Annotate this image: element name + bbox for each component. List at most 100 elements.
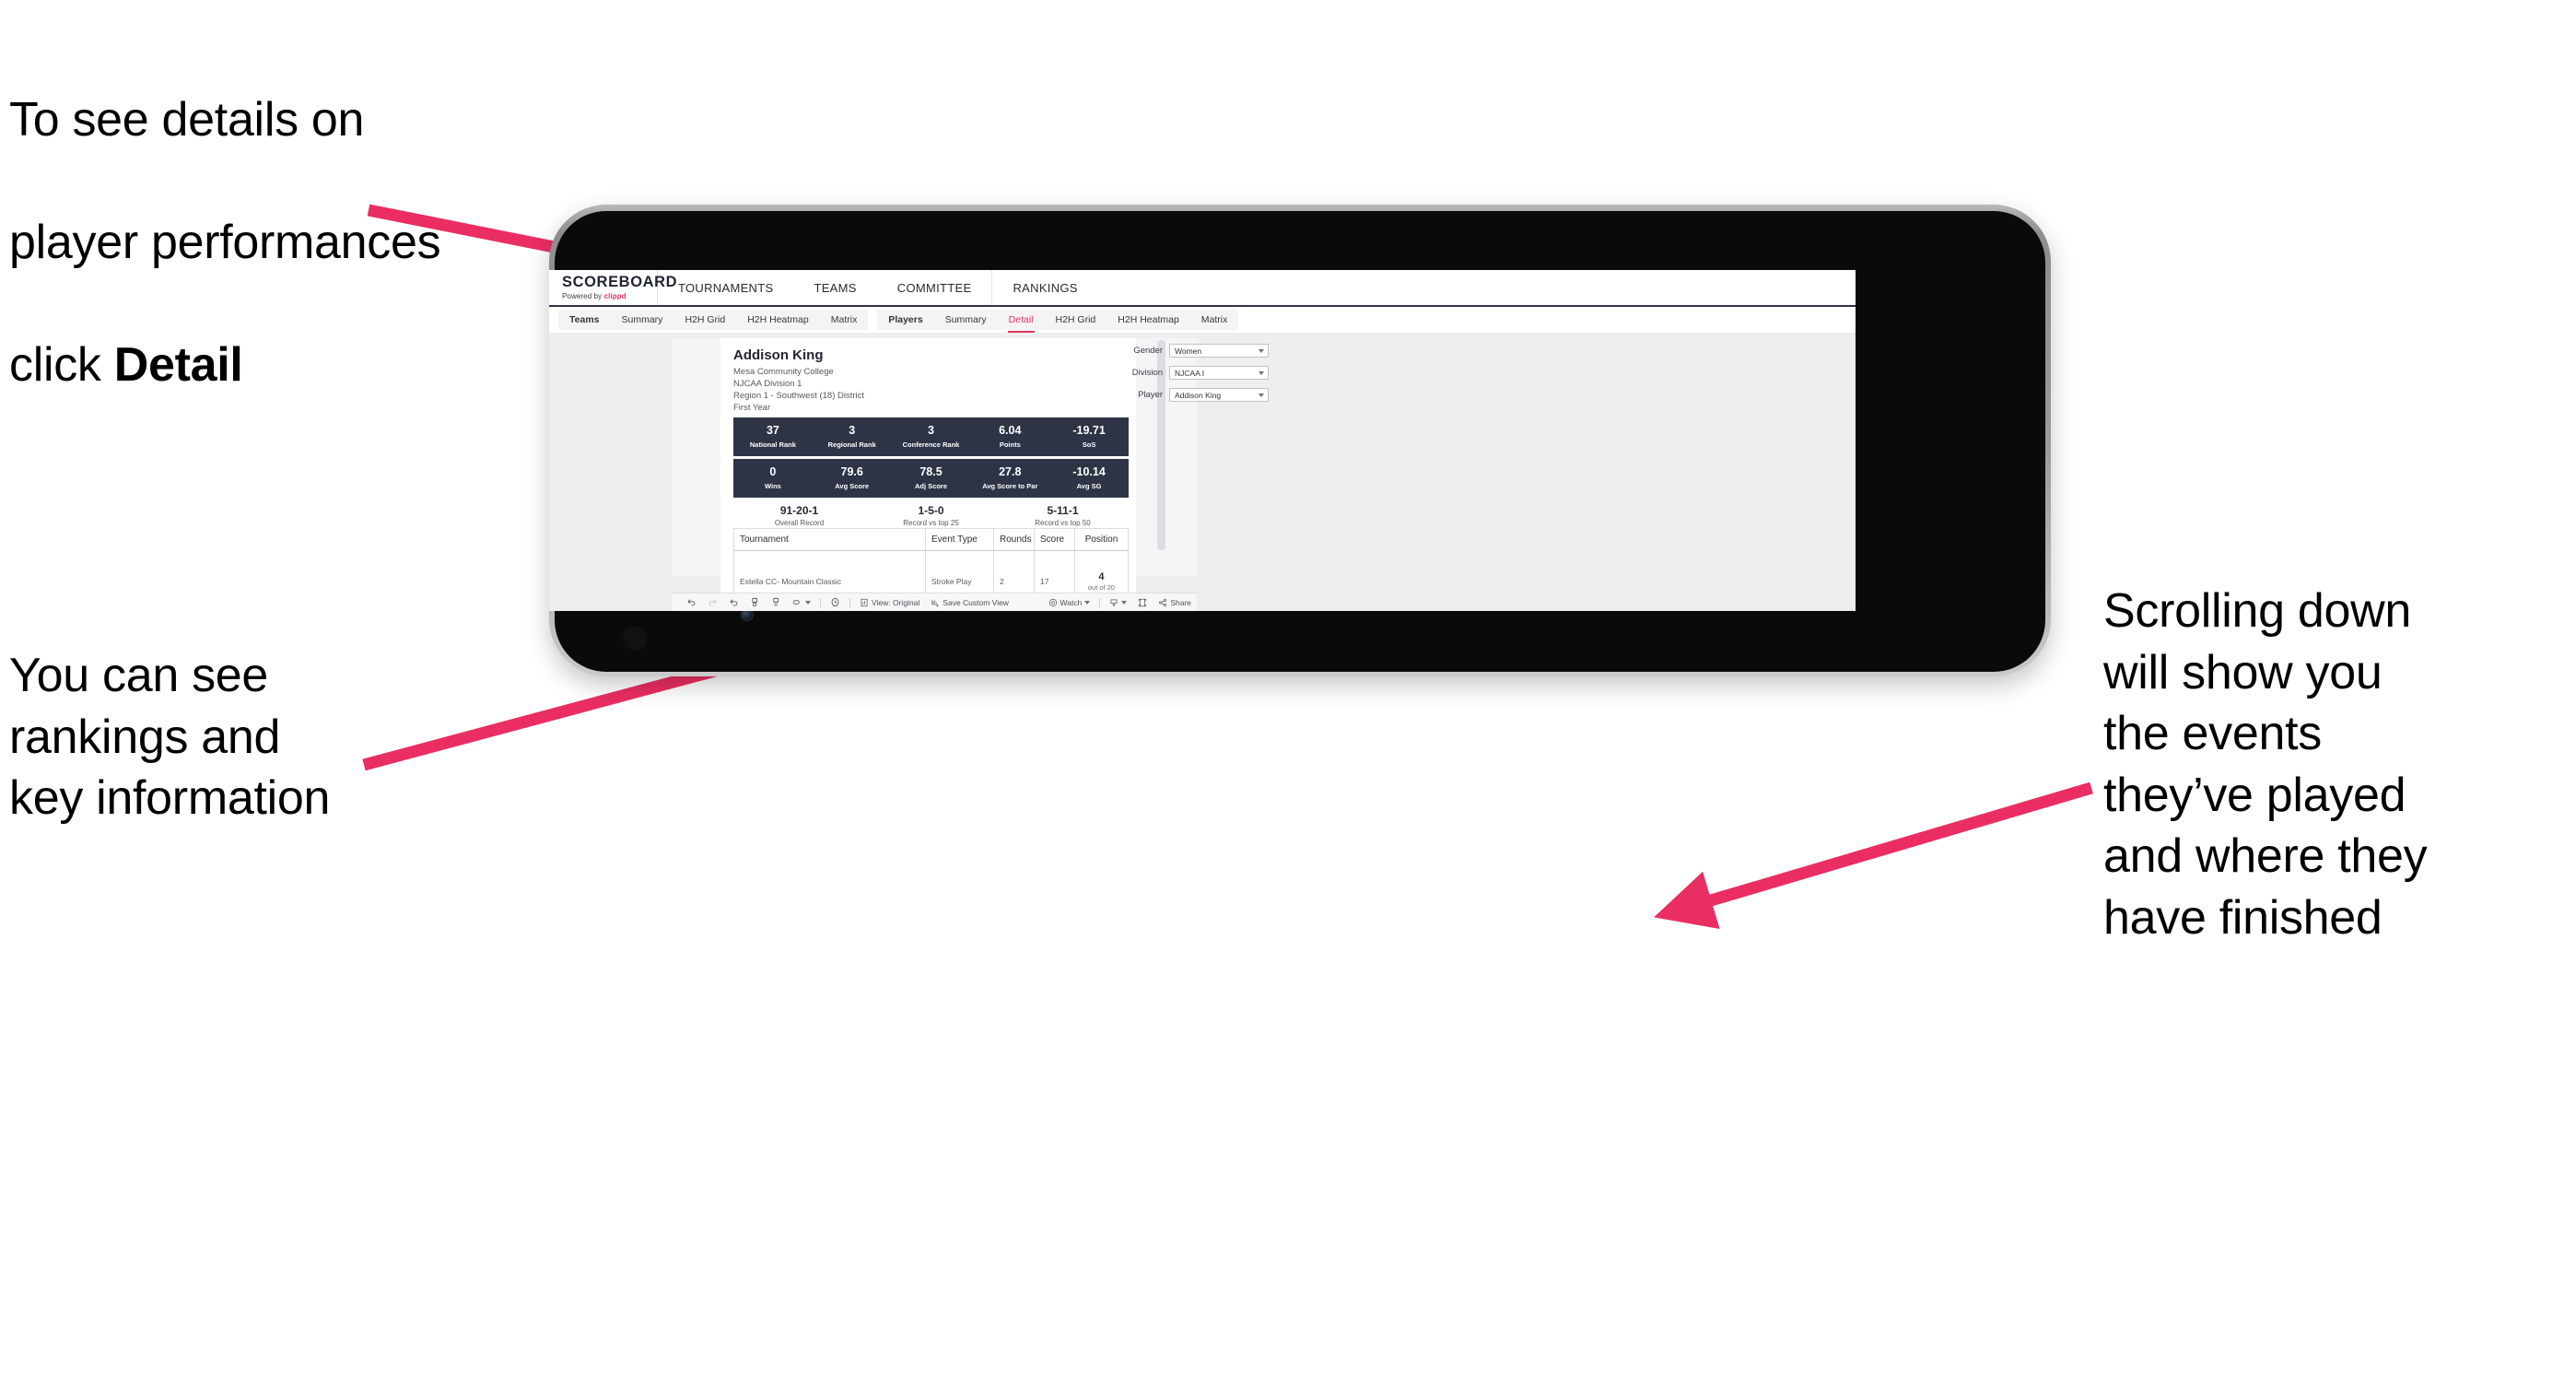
stat-adj-score-value: 78.5 — [919, 465, 943, 479]
stat-points-value: 6.04 — [999, 424, 1022, 438]
history-icon[interactable] — [825, 593, 846, 611]
column-header-tournament[interactable]: Tournament — [734, 529, 926, 550]
filter-division-select[interactable]: NJCAA I — [1169, 366, 1269, 380]
stat-avg-score-to-par: 27.8 Avg Score to Par — [970, 465, 1049, 490]
record-overall-label: Overall Record — [774, 519, 825, 527]
undo-icon[interactable] — [681, 593, 702, 611]
stat-points-label: Points — [999, 440, 1021, 449]
stat-avg-sg-value: -10.14 — [1072, 465, 1106, 479]
annotation-mid-left: You can see rankings and key information — [9, 649, 331, 826]
stat-national-rank: 37 National Rank — [733, 424, 813, 449]
subnav-group-teams: Teams Summary H2H Grid H2H Heatmap Matri… — [558, 310, 869, 330]
watch-button[interactable]: Watch — [1043, 593, 1096, 611]
filter-division-value: NJCAA I — [1175, 368, 1205, 378]
revert-icon[interactable] — [723, 593, 744, 611]
stat-adj-score-label: Adj Score — [914, 481, 947, 490]
subnav-teams-h2h-heatmap[interactable]: H2H Heatmap — [736, 310, 820, 330]
stat-avg-score: 79.6 Avg Score — [813, 465, 892, 490]
brand-name: SCOREBOARD — [562, 273, 678, 290]
player-region: Region 1 - Southwest (18) District — [733, 391, 865, 401]
brand-logo[interactable]: SCOREBOARD Powered by clippd — [549, 270, 678, 305]
nav-tournaments[interactable]: TOURNAMENTS — [658, 270, 793, 305]
view-original-button[interactable]: View: Original — [854, 593, 925, 611]
player-school: Mesa Community College — [733, 367, 834, 377]
filter-player-select[interactable]: Addison King — [1169, 388, 1269, 402]
brand-powered-by: Powered by clippd — [562, 292, 657, 300]
stat-regional-rank: 3 Regional Rank — [813, 424, 892, 449]
cell-position-label: out of 20 — [1087, 583, 1116, 592]
powered-prefix: Powered by — [562, 292, 604, 301]
column-header-event-type[interactable]: Event Type — [926, 529, 994, 550]
device-preview-icon[interactable] — [1132, 593, 1153, 611]
nav-teams[interactable]: TEAMS — [793, 270, 876, 305]
column-header-rounds[interactable]: Rounds — [994, 529, 1035, 550]
column-header-score[interactable]: Score — [1035, 529, 1075, 550]
app-top-bar: SCOREBOARD Powered by clippd TOURNAMENTS… — [549, 270, 1856, 307]
record-vs-top-25-value: 1-5-0 — [918, 504, 944, 517]
share-button[interactable]: Share — [1153, 593, 1197, 611]
app-sub-navigation: Teams Summary H2H Grid H2H Heatmap Matri… — [549, 307, 1856, 333]
filter-player: Player Addison King — [1089, 388, 1269, 402]
subnav-players-matrix[interactable]: Matrix — [1190, 310, 1239, 330]
annotation-top-left: To see details on player performances cl… — [9, 28, 617, 457]
filter-player-label: Player — [1138, 390, 1163, 400]
subnav-players-summary[interactable]: Summary — [934, 310, 998, 330]
record-vs-top-25-label: Record vs top 25 — [903, 519, 959, 527]
filter-division-label: Division — [1131, 368, 1163, 378]
nav-rankings[interactable]: RANKINGS — [991, 270, 1097, 305]
save-custom-view-label: Save Custom View — [943, 597, 1009, 607]
top-navigation: TOURNAMENTS TEAMS COMMITTEE RANKINGS — [658, 270, 1098, 305]
subnav-teams-h2h-grid[interactable]: H2H Grid — [673, 310, 736, 330]
subnav-players-h2h-grid[interactable]: H2H Grid — [1045, 310, 1107, 330]
nav-committee[interactable]: COMMITTEE — [877, 270, 992, 305]
stat-sos-value: -19.71 — [1072, 424, 1106, 438]
pause-auto-update-icon[interactable] — [787, 593, 816, 611]
toolbar-divider — [820, 597, 821, 607]
record-vs-top-50: 5-11-1 Record vs top 50 — [997, 504, 1129, 527]
download-icon[interactable] — [1104, 593, 1132, 611]
filter-gender-value: Women — [1175, 346, 1202, 356]
stat-avg-score-label: Avg Score — [835, 481, 870, 490]
chevron-down-icon — [1259, 348, 1264, 353]
record-vs-top-25: 1-5-0 Record vs top 25 — [865, 504, 997, 527]
redo-icon[interactable] — [702, 593, 723, 611]
stat-regional-rank-label: Regional Rank — [827, 440, 876, 449]
subnav-players-detail[interactable]: Detail — [998, 310, 1045, 333]
subnav-group-players: Players Summary Detail H2H Grid H2H Heat… — [877, 310, 1239, 333]
filter-panel: Gender Women Division NJCAA I Player Add… — [1089, 344, 1269, 410]
column-header-position[interactable]: Position — [1075, 529, 1128, 550]
stat-wins-label: Wins — [764, 481, 781, 490]
annotation-top-left-line1: To see details on — [9, 92, 365, 147]
pause-refresh-icon[interactable] — [766, 593, 787, 611]
cell-position-number: 4 — [1098, 571, 1105, 582]
stat-avg-score-to-par-label: Avg Score to Par — [982, 481, 1038, 490]
annotation-top-left-line3: click Detail — [9, 335, 617, 396]
chevron-down-icon — [1084, 600, 1091, 605]
stat-wins-value: 0 — [769, 465, 777, 479]
annotation-click-word: click — [9, 337, 114, 392]
stat-sos-label: SoS — [1082, 440, 1096, 449]
chevron-down-icon — [1121, 600, 1128, 605]
save-custom-view-button[interactable]: Save Custom View — [925, 593, 1014, 611]
chevron-down-icon — [1259, 370, 1264, 375]
player-year: First Year — [733, 403, 771, 413]
toolbar-divider — [1099, 597, 1101, 607]
table-header-row: Tournament Event Type Rounds Score Posit… — [734, 529, 1128, 551]
refresh-data-icon[interactable] — [744, 593, 766, 611]
subnav-teams[interactable]: Teams — [558, 310, 611, 330]
stat-conference-rank-value: 3 — [928, 424, 934, 438]
subnav-teams-summary[interactable]: Summary — [611, 310, 674, 330]
tablet-speaker — [623, 627, 647, 651]
annotation-detail-word: Detail — [113, 337, 243, 392]
chevron-down-icon — [805, 600, 811, 605]
subnav-players-h2h-heatmap[interactable]: H2H Heatmap — [1107, 310, 1190, 330]
subnav-teams-matrix[interactable]: Matrix — [820, 310, 869, 330]
stats-row-rankings: 37 National Rank 3 Regional Rank 3 Confe… — [733, 417, 1129, 456]
stat-avg-score-to-par-value: 27.8 — [999, 465, 1022, 479]
tablet-screen: SCOREBOARD Powered by clippd TOURNAMENTS… — [549, 270, 1856, 611]
stat-avg-score-value: 79.6 — [840, 465, 863, 479]
subnav-players[interactable]: Players — [877, 310, 933, 330]
player-division: NJCAA Division 1 — [733, 379, 802, 389]
filter-gender-select[interactable]: Women — [1169, 344, 1269, 358]
record-overall: 91-20-1 Overall Record — [733, 504, 865, 527]
